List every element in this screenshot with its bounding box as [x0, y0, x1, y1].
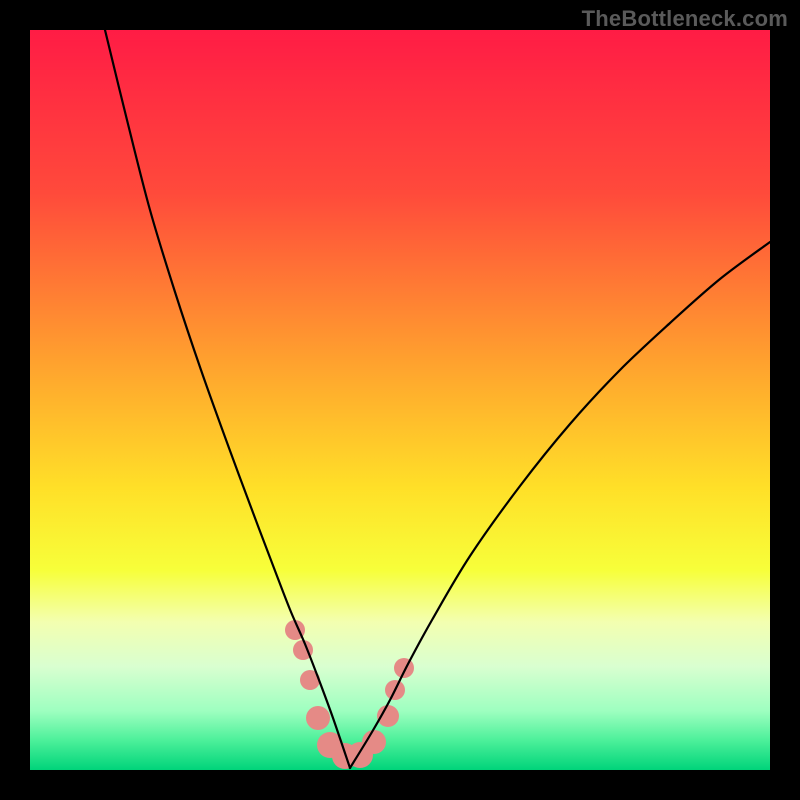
chart-frame: TheBottleneck.com	[0, 0, 800, 800]
chart-svg	[30, 30, 770, 770]
watermark-text: TheBottleneck.com	[582, 6, 788, 32]
plot-area	[30, 30, 770, 770]
marker-dot	[394, 658, 414, 678]
marker-dot	[306, 706, 330, 730]
